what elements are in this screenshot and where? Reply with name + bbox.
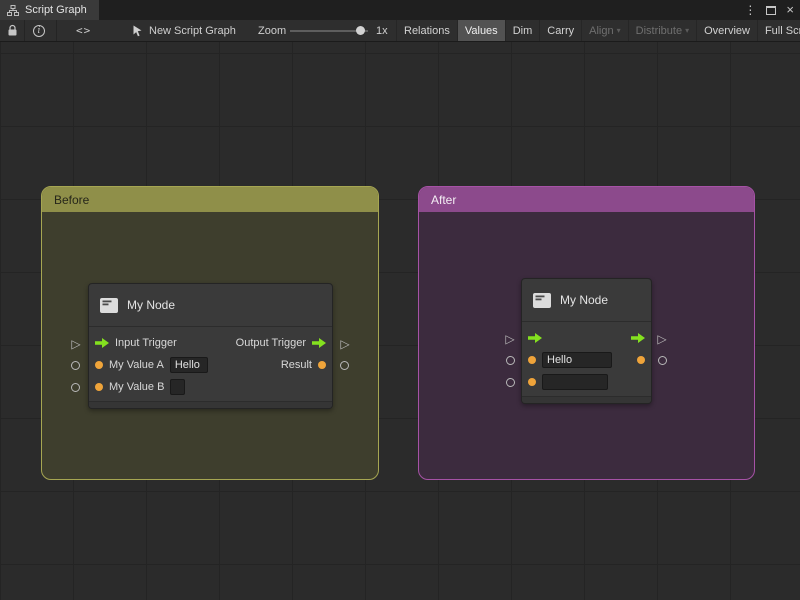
node-icon	[532, 292, 552, 309]
zoom-value: 1x	[376, 20, 388, 41]
node-title: My Node	[127, 298, 175, 312]
lock-button[interactable]	[4, 20, 21, 41]
value-b-port	[528, 374, 608, 390]
zoom-label: Zoom	[258, 20, 286, 41]
input-trigger-label: Input Trigger	[115, 337, 177, 349]
distribute-label: Distribute	[636, 25, 682, 37]
graph-icon	[7, 5, 19, 16]
close-icon[interactable]: ×	[786, 0, 794, 20]
output-trigger-port-icon[interactable]	[631, 333, 645, 343]
node-icon	[99, 297, 119, 314]
value-a-port	[528, 352, 612, 368]
value-a-input[interactable]	[542, 352, 612, 368]
node-footer	[89, 401, 332, 408]
toolbar-button-dim[interactable]: Dim	[505, 20, 540, 41]
value-b-port: My Value B	[95, 379, 185, 395]
zoom-slider[interactable]	[290, 20, 368, 41]
lock-icon	[7, 24, 18, 37]
toolbar-button-carry[interactable]: Carry	[539, 20, 581, 41]
code-button[interactable]: <>	[72, 20, 95, 41]
external-value-port-icon[interactable]	[506, 378, 515, 387]
toolbar-buttons: Relations Values Dim Carry Align ▾ Distr…	[396, 20, 800, 41]
port-row: Input Trigger Output Trigger	[89, 332, 332, 354]
titlebar: Script Graph ⋮ ×	[0, 0, 800, 20]
output-trigger-port: Output Trigger	[236, 337, 326, 349]
info-button[interactable]	[30, 20, 48, 41]
external-trigger-port-icon[interactable]: ▷	[656, 332, 668, 346]
group-after-header[interactable]: After	[419, 187, 754, 212]
node-body	[522, 322, 651, 393]
toolbar-button-overview[interactable]: Overview	[696, 20, 757, 41]
tab-script-graph[interactable]: Script Graph	[0, 0, 99, 20]
port-row	[522, 371, 651, 393]
value-b-input[interactable]	[170, 379, 185, 395]
external-value-port-icon[interactable]	[340, 361, 349, 370]
output-trigger-port	[631, 333, 645, 343]
value-a-port-icon[interactable]	[95, 361, 103, 369]
port-row	[522, 349, 651, 371]
toolbar-button-values[interactable]: Values	[457, 20, 505, 41]
value-b-port-icon[interactable]	[95, 383, 103, 391]
external-value-port-icon[interactable]	[658, 356, 667, 365]
external-value-port-icon[interactable]	[506, 356, 515, 365]
result-port	[637, 356, 645, 364]
node-header[interactable]: My Node	[89, 284, 332, 327]
unity-editor-window: Script Graph ⋮ × <> New Script Graph	[0, 0, 800, 600]
result-port-icon[interactable]	[637, 356, 645, 364]
value-a-port-icon[interactable]	[528, 356, 536, 364]
node-footer	[522, 396, 651, 403]
external-value-port-icon[interactable]	[71, 361, 80, 370]
graph-toolbar: <> New Script Graph Zoom 1x Relations Va…	[0, 20, 800, 42]
external-value-port-icon[interactable]	[71, 383, 80, 392]
node-title: My Node	[560, 293, 608, 307]
group-before-title: Before	[54, 193, 89, 207]
result-port: Result	[281, 359, 326, 371]
external-trigger-port-icon[interactable]: ▷	[339, 337, 351, 351]
window-controls: ⋮ ×	[744, 0, 794, 20]
group-before-header[interactable]: Before	[42, 187, 378, 212]
node-my-node-before[interactable]: My Node Input Trigger Output Trigger	[88, 283, 333, 409]
value-b-port-icon[interactable]	[528, 378, 536, 386]
chevron-down-icon: ▾	[617, 26, 621, 35]
toolbar-separator	[24, 20, 25, 41]
port-row	[522, 327, 651, 349]
node-my-node-after[interactable]: My Node	[521, 278, 652, 404]
zoom-slider-thumb[interactable]	[356, 26, 365, 35]
input-trigger-port	[528, 333, 542, 343]
toolbar-button-distribute[interactable]: Distribute ▾	[628, 20, 696, 41]
output-trigger-port-icon[interactable]	[312, 338, 326, 348]
value-a-input[interactable]	[170, 357, 208, 373]
chevron-down-icon: ▾	[685, 26, 689, 35]
graph-name-label: New Script Graph	[149, 25, 236, 37]
external-trigger-port-icon[interactable]: ▷	[504, 332, 516, 346]
input-trigger-port: Input Trigger	[95, 337, 177, 349]
code-icon: <>	[76, 24, 91, 37]
maximize-icon[interactable]	[766, 6, 776, 15]
value-b-input[interactable]	[542, 374, 608, 390]
result-port-icon[interactable]	[318, 361, 326, 369]
graph-breadcrumb[interactable]: New Script Graph	[132, 20, 236, 41]
toolbar-button-fullscreen[interactable]: Full Scr	[757, 20, 800, 41]
tab-label: Script Graph	[25, 4, 87, 16]
port-row: My Value B	[89, 376, 332, 398]
value-a-port: My Value A	[95, 357, 208, 373]
value-a-label: My Value A	[109, 359, 164, 371]
pointer-icon	[132, 25, 143, 37]
input-trigger-port-icon[interactable]	[95, 338, 109, 348]
node-header[interactable]: My Node	[522, 279, 651, 322]
result-label: Result	[281, 359, 312, 371]
group-after-title: After	[431, 193, 456, 207]
node-body: Input Trigger Output Trigger My Value A …	[89, 327, 332, 398]
toolbar-separator	[56, 20, 57, 41]
external-trigger-port-icon[interactable]: ▷	[70, 337, 82, 351]
output-trigger-label: Output Trigger	[236, 337, 306, 349]
input-trigger-port-icon[interactable]	[528, 333, 542, 343]
toolbar-button-align[interactable]: Align ▾	[581, 20, 627, 41]
value-b-label: My Value B	[109, 381, 164, 393]
port-row: My Value A Result	[89, 354, 332, 376]
align-label: Align	[589, 25, 613, 37]
info-icon	[33, 25, 45, 37]
toolbar-button-relations[interactable]: Relations	[396, 20, 457, 41]
more-icon[interactable]: ⋮	[744, 0, 756, 20]
